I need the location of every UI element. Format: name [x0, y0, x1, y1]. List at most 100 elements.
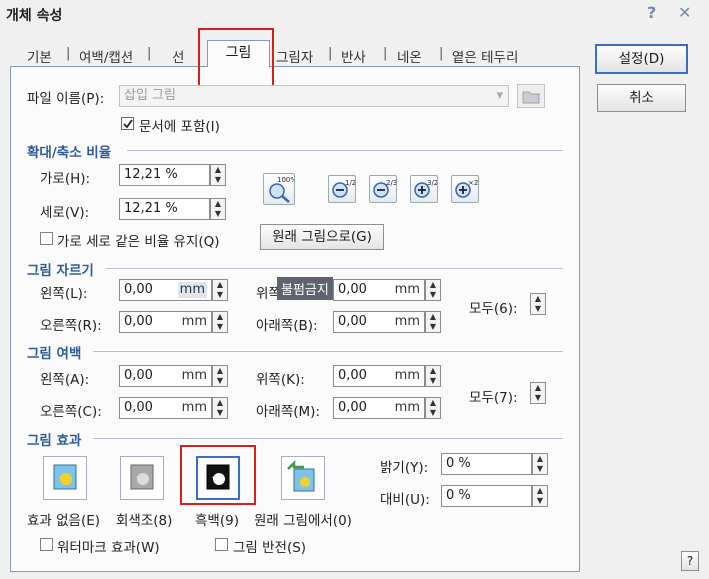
tab-separator: | [439, 46, 444, 61]
crop-bottom-label: 아래쪽(B): [256, 318, 318, 334]
tab-separator: | [328, 46, 333, 61]
crop-section-title: 그림 자르기 [27, 263, 94, 279]
effect-original-label: 원래 그림에서(0) [254, 513, 352, 529]
crop-all-label: 모두(6): [469, 301, 518, 317]
tab-soft-edge[interactable]: 옅은 테두리 [452, 46, 518, 66]
scale-vertical-input[interactable]: 12,21 % [119, 198, 210, 220]
effect-none-label: 효과 없음(E) [27, 513, 101, 529]
brightness-label: 밝기(Y): [380, 460, 429, 476]
margin-top-label: 위쪽(K): [256, 372, 305, 388]
effect-section-title: 그림 효과 [27, 433, 82, 449]
brightness-input[interactable]: 0 % [441, 453, 532, 475]
svg-text:100%: 100% [277, 176, 294, 184]
help-button[interactable]: ? [681, 551, 699, 571]
svg-text:3/2: 3/2 [427, 179, 437, 187]
cancel-button[interactable]: 취소 [597, 84, 686, 112]
margin-left-spinner[interactable]: ▲ ▼ [212, 365, 228, 387]
zoom-half-button[interactable]: 1/2 [328, 175, 356, 203]
margin-all-label: 모두(7): [469, 390, 518, 406]
zoom-100-icon: 100% [269, 176, 297, 203]
margin-left-label: 왼쪽(A): [40, 372, 90, 388]
crop-right-input[interactable]: 0,00 mm [119, 311, 212, 333]
margin-right-input[interactable]: 0,00 mm [119, 397, 212, 419]
margin-left-input[interactable]: 0,00 mm [119, 365, 212, 387]
crop-all-spinner[interactable]: ▲ ▼ [530, 293, 546, 315]
margin-bottom-unit: mm [394, 400, 420, 415]
tab-neon[interactable]: 네온 [397, 46, 422, 66]
margin-right-spinner[interactable]: ▲ ▼ [212, 397, 228, 419]
scale-vertical-label: 세로(V): [40, 205, 90, 221]
include-in-doc-checkbox[interactable] [121, 117, 134, 130]
crop-right-spinner[interactable]: ▲ ▼ [212, 311, 228, 333]
scale-section-title: 확대/축소 비율 [27, 145, 112, 161]
tab-shadow[interactable]: 그림자 [276, 46, 313, 66]
keep-ratio-checkbox[interactable] [40, 232, 53, 245]
color-picture-icon [53, 464, 77, 490]
scale-vertical-spinner[interactable]: ▲ ▼ [210, 198, 226, 220]
tab-divider [270, 66, 580, 67]
margin-bottom-label: 아래쪽(M): [256, 404, 320, 420]
svg-text:×2: ×2 [468, 179, 478, 187]
highlight-box [180, 445, 256, 505]
watermark-overlay: 불펌금지 [277, 277, 333, 300]
close-icon[interactable]: ✕ [678, 3, 691, 22]
folder-icon [522, 91, 540, 104]
include-in-doc-label: 문서에 포함(I) [139, 119, 220, 135]
original-size-button[interactable]: 원래 그림으로(G) [260, 224, 384, 250]
crop-left-unit: mm [177, 282, 207, 298]
svg-text:2/3: 2/3 [386, 179, 396, 187]
margin-bottom-input[interactable]: 0,00 mm [333, 397, 425, 419]
crop-right-label: 오른쪽(R): [40, 318, 102, 334]
zoom-in-icon: ×2 [455, 179, 478, 198]
restore-picture-icon [287, 459, 315, 492]
margin-top-input[interactable]: 0,00 mm [333, 365, 425, 387]
invert-picture-checkbox[interactable] [215, 538, 228, 551]
crop-right-unit: mm [181, 314, 207, 329]
crop-left-spinner[interactable]: ▲ ▼ [212, 279, 228, 301]
zoom-two-thirds-button[interactable]: 2/3 [369, 175, 397, 203]
watermark-effect-checkbox[interactable] [40, 538, 53, 551]
zoom-100-button[interactable]: 100% [263, 173, 297, 205]
effect-grayscale-label: 회색조(8) [116, 513, 173, 529]
brightness-spinner[interactable]: ▲ ▼ [532, 453, 548, 475]
crop-top-input[interactable]: 0,00 mm [333, 279, 425, 301]
section-divider [127, 150, 563, 151]
crop-top-spinner[interactable]: ▲ ▼ [425, 279, 441, 301]
tab-reflection[interactable]: 반사 [341, 46, 366, 66]
effect-none-button[interactable] [43, 456, 87, 500]
crop-bottom-spinner[interactable]: ▲ ▼ [425, 311, 441, 333]
browse-folder-button[interactable] [517, 84, 545, 108]
tab-margin-caption[interactable]: 여백/캡션 [79, 46, 133, 66]
dropdown-arrow-icon: ▾ [496, 88, 503, 103]
help-icon[interactable]: ? [647, 3, 656, 22]
margin-top-spinner[interactable]: ▲ ▼ [425, 365, 441, 387]
tab-basic[interactable]: 기본 [27, 46, 52, 66]
watermark-effect-label: 워터마크 효과(W) [57, 540, 160, 556]
zoom-out-icon: 1/2 [332, 179, 356, 198]
contrast-spinner[interactable]: ▲ ▼ [532, 485, 548, 507]
margin-bottom-spinner[interactable]: ▲ ▼ [425, 397, 441, 419]
tab-line[interactable]: 선 [172, 46, 184, 66]
scale-horizontal-input[interactable]: 12,21 % [119, 164, 210, 186]
file-name-label: 파일 이름(P): [27, 91, 105, 107]
effect-bw-label: 흑백(9) [195, 513, 239, 529]
zoom-out-icon: 2/3 [373, 179, 397, 198]
dialog-title: 개체 속성 [6, 8, 63, 24]
margin-all-spinner[interactable]: ▲ ▼ [530, 382, 546, 404]
contrast-input[interactable]: 0 % [441, 485, 532, 507]
tab-separator: | [383, 46, 388, 61]
effect-grayscale-button[interactable] [120, 456, 164, 500]
tab-divider [10, 66, 207, 67]
zoom-double-button[interactable]: ×2 [451, 175, 479, 203]
zoom-three-halves-button[interactable]: 3/2 [410, 175, 438, 203]
margin-right-unit: mm [181, 400, 207, 415]
crop-left-input[interactable]: 0,00 mm [119, 279, 212, 301]
margin-section-title: 그림 여백 [27, 346, 82, 362]
file-name-input[interactable]: 삽입 그림 ▾ [119, 85, 509, 107]
file-name-value: 삽입 그림 [124, 88, 176, 103]
ok-button[interactable]: 설정(D) [595, 44, 688, 74]
effect-original-button[interactable] [281, 456, 325, 500]
crop-bottom-input[interactable]: 0,00 mm [333, 311, 425, 333]
keep-ratio-label: 가로 세로 같은 비율 유지(Q) [57, 234, 220, 250]
scale-horizontal-spinner[interactable]: ▲ ▼ [210, 164, 226, 186]
